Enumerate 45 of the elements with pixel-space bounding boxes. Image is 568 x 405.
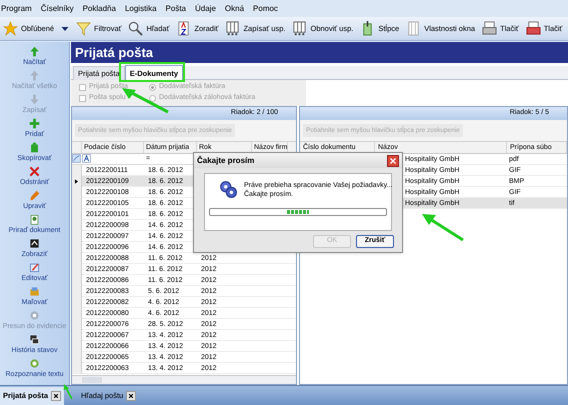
caret-icon: [61, 24, 70, 32]
up-arrow-icon: [29, 46, 40, 57]
gears-icon: [219, 180, 237, 198]
filter-icon: [72, 154, 81, 163]
menu-item[interactable]: Pošta: [166, 2, 186, 14]
star-icon: [3, 21, 18, 36]
close-icon: [29, 166, 40, 177]
menu-item[interactable]: Logistika: [124, 2, 157, 14]
close-button[interactable]: [387, 154, 399, 166]
document-icon: [29, 214, 40, 225]
document-icon: [29, 142, 40, 153]
menu-item[interactable]: Program: [1, 2, 32, 14]
printer-icon: [526, 21, 541, 36]
close-button[interactable]: [126, 390, 136, 400]
disc-icon: [29, 358, 40, 369]
close-icon: [389, 156, 397, 164]
up-arrow-icon: [29, 70, 40, 81]
paint-icon: [29, 286, 40, 297]
close-icon: [128, 392, 134, 398]
window-title: Prijatá pošta: [71, 42, 568, 63]
down-arrow-icon: [29, 94, 40, 105]
highlight-frame: [119, 62, 185, 82]
window-properties-icon: [406, 21, 422, 36]
close-button[interactable]: [51, 390, 62, 400]
sort-icon: [176, 21, 192, 36]
menu-item[interactable]: Údaje: [195, 2, 216, 14]
close-icon: [53, 392, 60, 398]
menu-item[interactable]: Číselníky: [40, 2, 74, 14]
text-filter-icon: [82, 154, 91, 163]
columns-icon: [292, 21, 308, 36]
edit-icon: [29, 262, 40, 273]
menu-item[interactable]: Pokladňa: [82, 2, 116, 14]
plus-icon: [29, 118, 40, 129]
search-icon: [128, 21, 144, 36]
funnel-icon: [76, 21, 92, 36]
windows-icon: [29, 334, 40, 345]
annotation-arrow: [420, 212, 465, 242]
dialog-title: Čakajte prosím: [197, 154, 254, 166]
row-pointer-icon: [74, 179, 79, 184]
menu-item[interactable]: Pomoc: [253, 2, 278, 14]
pencil-icon: [29, 190, 40, 201]
columns-icon: [225, 21, 240, 36]
menu-item[interactable]: Okná: [224, 2, 244, 14]
scrollbar-thumb[interactable]: [82, 377, 102, 383]
printer-icon: [482, 21, 498, 36]
